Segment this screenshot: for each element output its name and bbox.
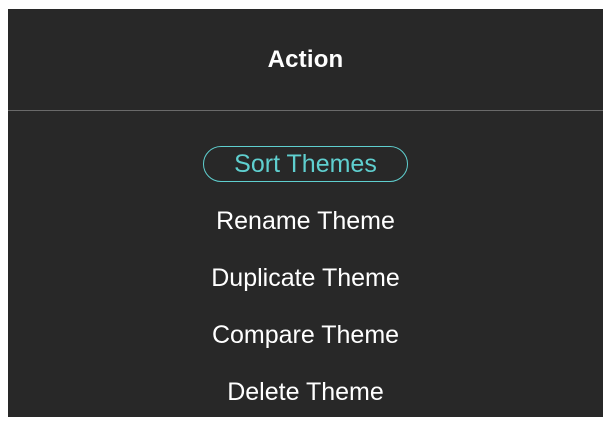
action-item-duplicate-theme[interactable]: Duplicate Theme bbox=[8, 260, 603, 317]
header-divider bbox=[8, 110, 603, 111]
action-label[interactable]: Delete Theme bbox=[196, 374, 415, 410]
action-list: Sort Themes Rename Theme Duplicate Theme… bbox=[8, 146, 603, 431]
dialog-header: Action bbox=[8, 9, 603, 110]
dialog-title: Action bbox=[267, 45, 344, 73]
action-label[interactable]: Sort Themes bbox=[203, 146, 408, 182]
action-item-delete-theme[interactable]: Delete Theme bbox=[8, 374, 603, 431]
action-item-sort-themes[interactable]: Sort Themes bbox=[8, 146, 603, 203]
action-label[interactable]: Compare Theme bbox=[181, 317, 430, 353]
action-item-rename-theme[interactable]: Rename Theme bbox=[8, 203, 603, 260]
action-item-compare-theme[interactable]: Compare Theme bbox=[8, 317, 603, 374]
action-label[interactable]: Rename Theme bbox=[185, 203, 426, 239]
action-dialog: Action Sort Themes Rename Theme Duplicat… bbox=[8, 9, 603, 417]
action-label[interactable]: Duplicate Theme bbox=[180, 260, 431, 296]
